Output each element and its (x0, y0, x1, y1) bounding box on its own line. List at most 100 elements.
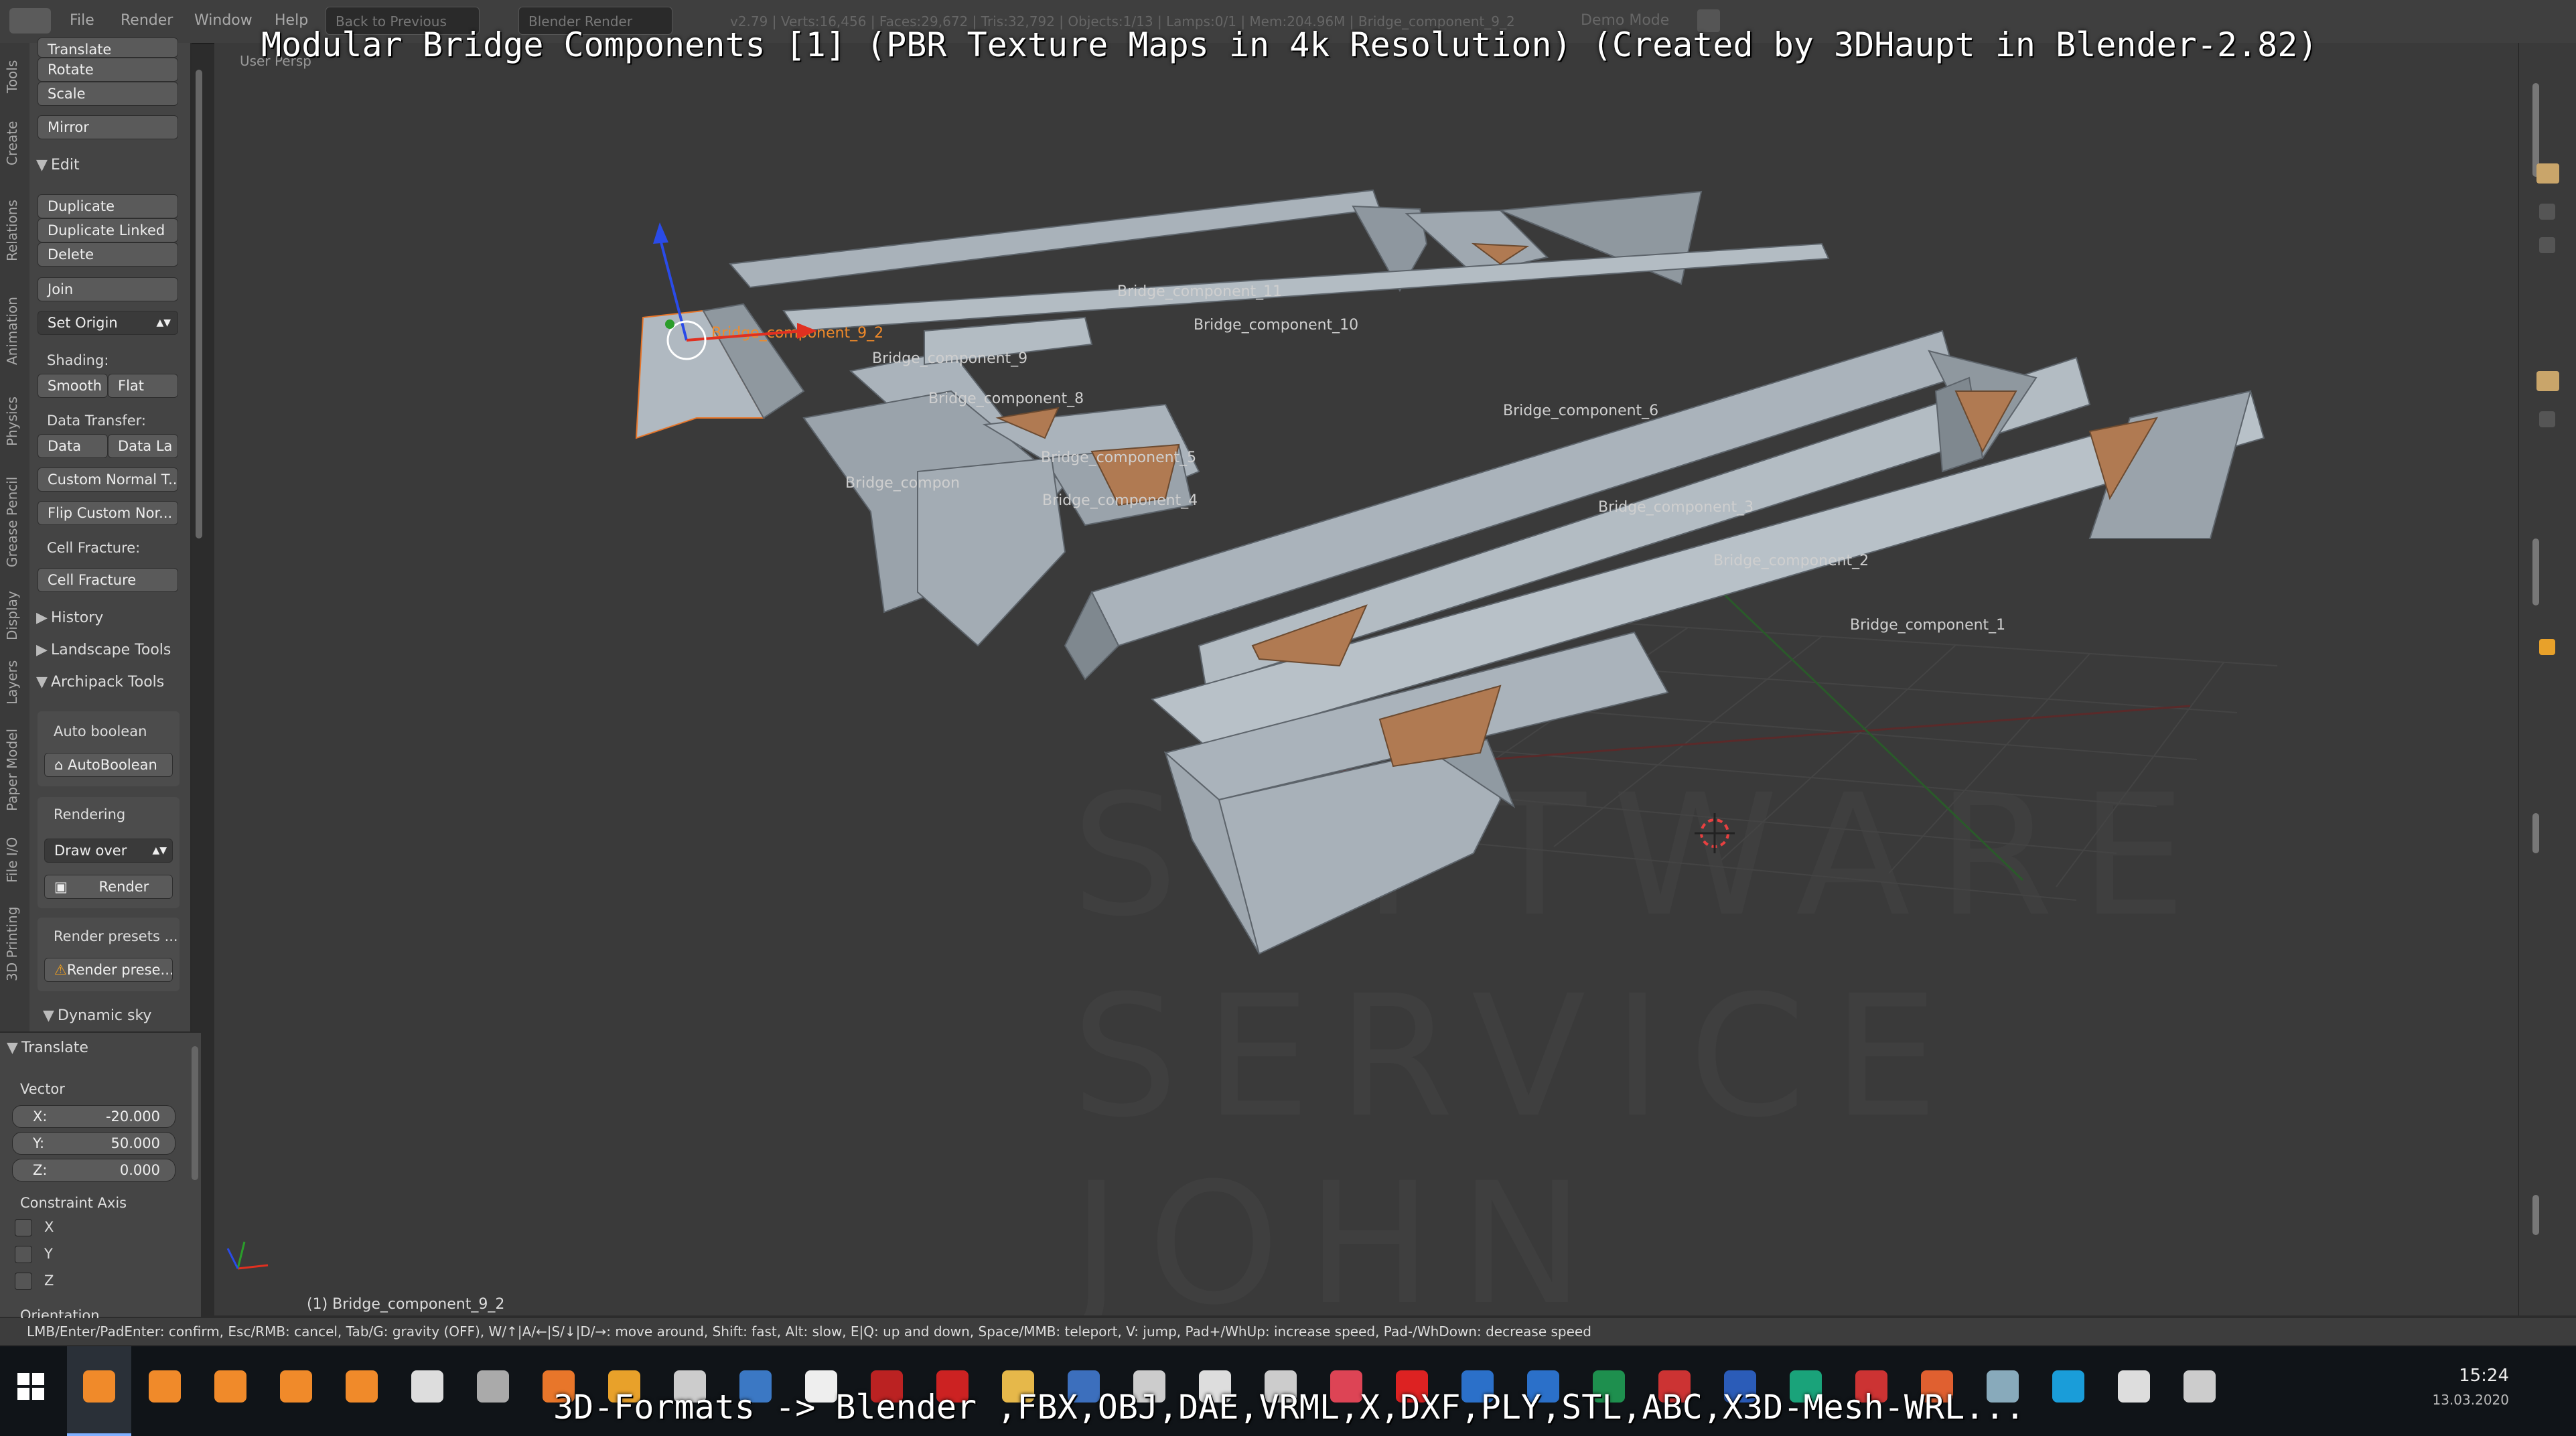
translate-button[interactable]: Translate (38, 38, 178, 58)
data-transfer-button[interactable]: Data (38, 434, 108, 458)
render-presets-button[interactable]: ⚠Render prese... (44, 958, 173, 982)
active-object-label: (1) Bridge_component_9_2 (307, 1296, 504, 1313)
translate-operator-header[interactable]: ▼ Translate (7, 1039, 88, 1056)
vector-x-field[interactable]: X: -20.000 (12, 1105, 175, 1128)
toolshelf-scrollbar[interactable] (196, 70, 202, 538)
blender-icon[interactable] (280, 1370, 312, 1403)
cell-fracture-label: Cell Fracture: (47, 540, 141, 556)
vector-z-field[interactable]: Z: 0.000 (12, 1159, 175, 1181)
clock-date: 13.03.2020 (2432, 1392, 2509, 1408)
rendering-label: Rendering (54, 806, 126, 822)
custom-normal-button[interactable]: Custom Normal T... (38, 468, 178, 492)
landscape-tools-header[interactable]: ▶ Landscape Tools (36, 642, 171, 658)
smooth-button[interactable]: Smooth (38, 374, 108, 398)
app-icon[interactable] (477, 1370, 509, 1403)
data-layout-button[interactable]: Data La (108, 434, 178, 458)
tab-grease-pencil[interactable]: Grease Pencil (4, 465, 25, 579)
dynamic-sky-header[interactable]: ▼ Dynamic sky (43, 1007, 151, 1024)
scale-button[interactable]: Scale (38, 82, 178, 106)
constraint-y-checkbox[interactable]: Y (15, 1246, 53, 1263)
label-component-9: Bridge_component_9 (872, 350, 1027, 367)
operator-panel: ▼ Translate Vector X: -20.000 Y: 50.000 Z: 0… (0, 1031, 201, 1323)
tab-physics[interactable]: Physics (4, 384, 25, 458)
tab-animation[interactable]: Animation (4, 284, 25, 378)
flat-button[interactable]: Flat (108, 374, 178, 398)
delete-button[interactable]: Delete (38, 242, 178, 267)
app-icon[interactable] (2118, 1370, 2150, 1403)
constraint-x-checkbox[interactable]: X (15, 1219, 54, 1236)
checkbox-icon[interactable] (2539, 411, 2555, 427)
editor-type-icon[interactable] (9, 8, 51, 33)
blender-icon[interactable] (83, 1370, 115, 1403)
warning-icon: ⚠ (54, 962, 67, 978)
checkbox-icon[interactable] (2539, 204, 2555, 220)
tab-tools[interactable]: Tools (4, 50, 25, 103)
menu-render[interactable]: Render (121, 12, 173, 29)
camera-icon: ▣ (54, 879, 72, 895)
watermark-line-2: SERVICE (1072, 959, 1965, 1154)
right-scrollbar-3[interactable] (2532, 813, 2539, 853)
edit-section-header[interactable]: ▼ Edit (36, 157, 80, 173)
tab-display[interactable]: Display (4, 585, 25, 646)
formats-overlay: 3D-Formats -> Blender ,FBX,OBJ,DAE,VRML,… (553, 1388, 2025, 1427)
right-scrollbar[interactable] (2532, 83, 2539, 177)
operator-scrollbar[interactable] (192, 1046, 198, 1180)
constraint-axis-label: Constraint Axis (20, 1195, 127, 1211)
skype-icon[interactable] (2052, 1370, 2084, 1403)
label-component-11: Bridge_component_11 (1117, 283, 1282, 300)
blender-icon[interactable] (149, 1370, 181, 1403)
menu-window[interactable]: Window (194, 12, 253, 29)
app-icon[interactable] (411, 1370, 443, 1403)
box-icon[interactable] (2539, 639, 2555, 655)
flip-custom-normals-button[interactable]: Flip Custom Nor... (38, 501, 178, 525)
label-component-3: Bridge_component_3 (1598, 499, 1754, 516)
label-component-7: Bridge_compon (845, 475, 960, 492)
tab-layers[interactable]: Layers (4, 652, 25, 713)
label-component-4: Bridge_component_4 (1042, 492, 1198, 509)
blender-icon[interactable] (214, 1370, 246, 1403)
join-button[interactable]: Join (38, 277, 178, 301)
data-transfer-label: Data Transfer: (47, 413, 146, 429)
history-section-header[interactable]: ▶ History (36, 609, 103, 626)
constraint-z-checkbox[interactable]: Z (15, 1273, 54, 1290)
right-scrollbar-2[interactable] (2532, 538, 2539, 605)
vector-label: Vector (20, 1081, 65, 1097)
tab-file-io[interactable]: File I/O (4, 827, 25, 893)
bridge-component-11[interactable] (729, 189, 1381, 289)
tab-create[interactable]: Create (4, 110, 25, 177)
3d-viewport[interactable]: SOFTWARE SERVICE JOHN Bridge_component_1… (214, 43, 2518, 1342)
label-component-2: Bridge_component_2 (1713, 553, 1869, 569)
draw-over-dropdown[interactable]: Draw over ▲▼ (44, 839, 173, 863)
windows-start-icon[interactable] (17, 1373, 44, 1400)
viewport-canvas[interactable]: SOFTWARE SERVICE JOHN Bridge_component_1… (214, 43, 2518, 1342)
label-component-1: Bridge_component_1 (1850, 617, 2005, 634)
archipack-tools-header[interactable]: ▼ Archipack Tools (36, 674, 164, 691)
view-axis-icon (226, 1241, 269, 1270)
camera-icon[interactable] (2536, 371, 2559, 391)
system-clock[interactable]: 15:24 13.03.2020 (2432, 1364, 2509, 1412)
duplicate-linked-button[interactable]: Duplicate Linked (38, 218, 178, 242)
menu-file[interactable]: File (70, 12, 94, 29)
rotate-button[interactable]: Rotate (38, 58, 178, 82)
label-component-8: Bridge_component_8 (928, 390, 1084, 407)
tab-relations[interactable]: Relations (4, 184, 25, 277)
right-scrollbar-4[interactable] (2532, 1195, 2539, 1235)
render-button[interactable]: ▣ Render (44, 875, 173, 899)
autoboolean-button[interactable]: ⌂ AutoBoolean (44, 753, 173, 777)
tab-3d-printing[interactable]: 3D Printing (4, 900, 25, 987)
mirror-button[interactable]: Mirror (38, 115, 178, 139)
blender-icon[interactable] (346, 1370, 378, 1403)
tab-paper-model[interactable]: Paper Model (4, 719, 25, 820)
watermark-line-3: JOHN (1063, 1147, 1612, 1315)
render-presets-label: Render presets ... (54, 928, 178, 944)
checkbox-icon[interactable] (2539, 237, 2555, 253)
app-icon[interactable] (2184, 1370, 2216, 1403)
duplicate-button[interactable]: Duplicate (38, 194, 178, 218)
shading-label: Shading: (47, 352, 109, 368)
cell-fracture-button[interactable]: Cell Fracture (38, 568, 178, 592)
camera-icon[interactable] (2536, 163, 2559, 184)
set-origin-dropdown[interactable]: Set Origin ▲▼ (38, 311, 178, 335)
status-bar: LMB/Enter/PadEnter: confirm, Esc/RMB: ca… (0, 1318, 2576, 1345)
vector-y-field[interactable]: Y: 50.000 (12, 1132, 175, 1155)
clock-time: 15:24 (2459, 1366, 2509, 1386)
